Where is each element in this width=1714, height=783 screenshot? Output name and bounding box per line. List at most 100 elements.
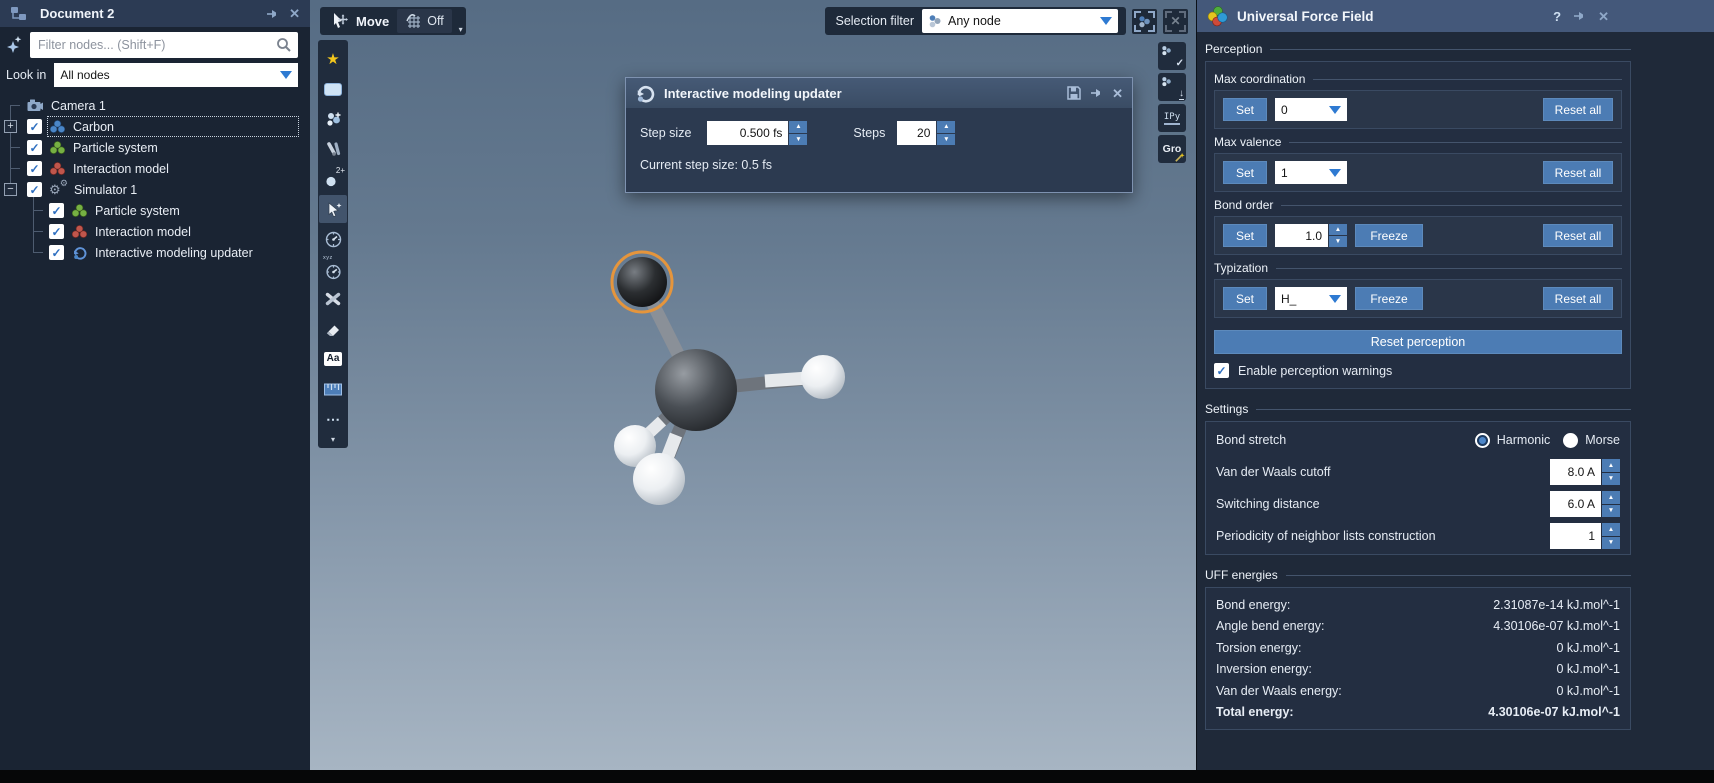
settings-section-label: Settings (1205, 402, 1631, 416)
tree-item-particle-system[interactable]: ✓ Particle system (0, 137, 310, 158)
tree-item-updater[interactable]: ✓ Interactive modeling updater (0, 242, 310, 263)
twist-xyz-tool[interactable]: xyz (319, 255, 347, 283)
carbon-atom[interactable] (655, 349, 737, 431)
rectangle-select-tool[interactable] (319, 75, 347, 103)
tree-item-carbon[interactable]: + ✓ Carbon (0, 116, 310, 137)
reset-all-button[interactable]: Reset all (1543, 161, 1613, 184)
text-label-tool[interactable]: Aa (319, 345, 347, 373)
dialog-title: Interactive modeling updater (664, 86, 842, 101)
close-icon[interactable]: ✕ (289, 7, 300, 20)
pin-icon[interactable] (1573, 10, 1586, 22)
tree-item-interaction-model-child[interactable]: ✓ Interaction model (0, 221, 310, 242)
spin-up-icon[interactable]: ▲ (789, 121, 807, 133)
twist-tool[interactable] (319, 225, 347, 253)
tree-item-camera[interactable]: Camera 1 (0, 95, 310, 116)
bond-order-spinbox[interactable]: 1.0 ▲▼ (1275, 224, 1347, 247)
more-tools[interactable]: ⋯ (319, 405, 347, 433)
reset-all-button[interactable]: Reset all (1543, 287, 1613, 310)
set-button[interactable]: Set (1223, 161, 1267, 184)
set-button[interactable]: Set (1223, 224, 1267, 247)
look-in-combo[interactable]: All nodes (54, 63, 298, 87)
spin-down-icon[interactable]: ▼ (1602, 537, 1620, 550)
add-atoms-tool[interactable] (319, 105, 347, 133)
steps-spinbox[interactable]: 20 ▲▼ (897, 121, 955, 145)
spin-up-icon[interactable]: ▲ (1602, 459, 1620, 472)
spin-up-icon[interactable]: ▲ (1602, 491, 1620, 504)
freeze-button[interactable]: Freeze (1355, 224, 1423, 247)
grid-snap-control[interactable]: Off (397, 9, 451, 33)
measure-tool[interactable] (319, 375, 347, 403)
clear-selection-button[interactable]: ✕ (1163, 9, 1188, 34)
visibility-checkbox[interactable]: ✓ (27, 182, 42, 197)
visibility-checkbox[interactable]: ✓ (49, 203, 64, 218)
tree-item-particle-system-child[interactable]: ✓ Particle system (0, 200, 310, 221)
typization-combo[interactable]: H_ (1275, 287, 1347, 310)
hydrogen-atom[interactable] (801, 355, 845, 399)
collapse-icon[interactable]: − (4, 183, 17, 196)
spin-down-icon[interactable]: ▼ (937, 134, 955, 146)
tree-item-interaction-model[interactable]: ✓ Interaction model (0, 158, 310, 179)
break-bonds-tool[interactable] (319, 285, 347, 313)
eraser-tool[interactable] (319, 315, 347, 343)
periodicity-spinbox[interactable]: 1 ▲▼ (1550, 523, 1620, 549)
hydrogen-atom[interactable] (633, 453, 685, 505)
visibility-checkbox[interactable]: ✓ (49, 224, 64, 239)
pin-icon[interactable] (1090, 87, 1103, 99)
harmonic-radio[interactable] (1475, 433, 1490, 448)
universal-force-field-panel: Universal Force Field ? ✕ Perception Max… (1196, 0, 1714, 770)
spin-up-icon[interactable]: ▲ (1602, 523, 1620, 536)
set-button[interactable]: Set (1223, 287, 1267, 310)
visibility-checkbox[interactable]: ✓ (27, 161, 42, 176)
max-coordination-combo[interactable]: 0 (1275, 98, 1347, 121)
filter-nodes-input[interactable] (30, 32, 298, 58)
ipython-console-button[interactable]: IPy (1158, 104, 1186, 132)
visibility-checkbox[interactable]: ✓ (27, 119, 42, 134)
bottom-bar (0, 770, 1714, 783)
hydrogen-atom[interactable] (614, 425, 656, 467)
spin-up-icon[interactable]: ▲ (1329, 224, 1347, 235)
tree-item-simulator[interactable]: − ✓ ⚙⚙ Simulator 1 (0, 179, 310, 200)
morse-radio[interactable] (1563, 433, 1578, 448)
help-icon[interactable]: ? (1553, 9, 1561, 24)
max-valence-combo[interactable]: 1 (1275, 161, 1347, 184)
gromacs-wizard-button[interactable]: Gro (1158, 135, 1186, 163)
dialog-titlebar[interactable]: Interactive modeling updater ✕ (626, 78, 1132, 108)
move-tool-chip[interactable]: Move Off ▾ (320, 7, 466, 35)
spin-down-icon[interactable]: ▼ (1602, 473, 1620, 486)
spin-down-icon[interactable]: ▼ (1329, 236, 1347, 247)
visibility-checkbox[interactable]: ✓ (49, 245, 64, 260)
selection-filter-combo[interactable]: Any node (922, 9, 1118, 33)
favorites-tool[interactable]: ★ (319, 45, 347, 73)
validate-model-button[interactable]: ✓ (1158, 42, 1186, 70)
vdw-cutoff-spinbox[interactable]: 8.0 A ▲▼ (1550, 459, 1620, 485)
reset-all-button[interactable]: Reset all (1543, 98, 1613, 121)
charge-tool[interactable]: 2+ (319, 165, 347, 193)
spin-up-icon[interactable]: ▲ (937, 121, 955, 133)
import-model-button[interactable]: ↓ (1158, 73, 1186, 101)
set-button[interactable]: Set (1223, 98, 1267, 121)
freeze-button[interactable]: Freeze (1355, 287, 1423, 310)
select-filtered-button[interactable] (1132, 9, 1157, 34)
viewport-3d[interactable]: Move Off ▾ Selection filter Any node (310, 0, 1196, 770)
expand-icon[interactable]: + (4, 120, 17, 133)
visibility-checkbox[interactable]: ✓ (27, 140, 42, 155)
close-icon[interactable]: ✕ (1112, 87, 1123, 100)
energies-section-label: UFF energies (1205, 568, 1631, 582)
reset-all-button[interactable]: Reset all (1543, 224, 1613, 247)
add-bonds-tool[interactable] (319, 135, 347, 163)
perception-warnings-checkbox[interactable]: ✓ (1214, 363, 1229, 378)
spin-down-icon[interactable]: ▼ (1602, 505, 1620, 518)
switching-distance-spinbox[interactable]: 6.0 A ▲▼ (1550, 491, 1620, 517)
toolbar-expand-icon[interactable]: ▾ (331, 435, 335, 444)
step-size-spinbox[interactable]: 0.500 fs ▲▼ (707, 121, 807, 145)
close-icon[interactable]: ✕ (1598, 10, 1609, 23)
energy-row: Bond energy: 2.31087e-14 kJ.mol^-1 (1216, 594, 1620, 616)
edit-cursor-tool[interactable] (319, 195, 347, 223)
save-icon[interactable] (1067, 86, 1081, 100)
spin-down-icon[interactable]: ▼ (789, 134, 807, 146)
chevron-down-icon[interactable]: ▾ (459, 25, 463, 34)
pin-icon[interactable] (266, 8, 279, 20)
interactive-modeling-updater-dialog[interactable]: Interactive modeling updater ✕ Step size… (625, 77, 1133, 193)
reset-perception-button[interactable]: Reset perception (1214, 330, 1622, 354)
selected-atom[interactable] (617, 257, 667, 307)
